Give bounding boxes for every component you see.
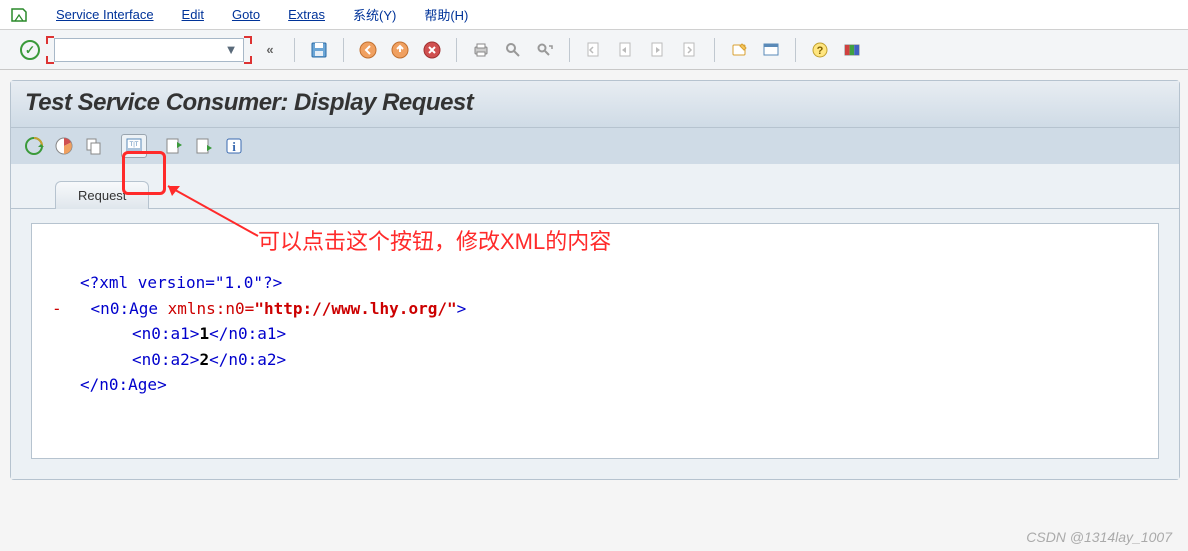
xml-tag-end: > <box>457 299 467 318</box>
separator <box>569 38 570 62</box>
xml-declaration: <?xml version="1.0"?> <box>80 273 282 292</box>
menu-service-interface[interactable]: Service Interface <box>56 7 154 22</box>
xml-text: 1 <box>199 324 209 343</box>
xml-attr-value: "http://www.lhy.org/" <box>254 299 456 318</box>
color-legend-icon[interactable] <box>840 38 864 62</box>
menu-system[interactable]: 系统(Y) <box>353 5 396 24</box>
help-icon[interactable]: ? <box>808 38 832 62</box>
back-icon[interactable]: « <box>258 38 282 62</box>
separator <box>294 38 295 62</box>
separator <box>795 38 796 62</box>
layout-icon[interactable] <box>759 38 783 62</box>
svg-text:i: i <box>232 139 236 154</box>
exit-button-icon[interactable] <box>388 38 412 62</box>
print-icon[interactable] <box>469 38 493 62</box>
xml-close-tag: </n0:a2> <box>209 350 286 369</box>
xml-editor-button[interactable]: T|T <box>121 134 147 158</box>
collapse-toggle[interactable]: - <box>52 299 62 318</box>
command-field-wrap: ▼ <box>48 38 250 62</box>
svg-text:T|T: T|T <box>130 142 139 148</box>
focus-corner <box>46 36 54 44</box>
command-dropdown-icon[interactable]: ▼ <box>222 41 240 59</box>
page-title: Test Service Consumer: Display Request <box>25 89 1165 117</box>
xml-line: </n0:Age> <box>80 372 1138 398</box>
cancel-button-icon[interactable] <box>420 38 444 62</box>
command-input[interactable] <box>54 38 244 62</box>
next-page-icon[interactable] <box>646 38 670 62</box>
page-header: Test Service Consumer: Display Request <box>11 81 1179 128</box>
xml-open-tag: <n0:a1> <box>132 324 199 343</box>
menu-extras[interactable]: Extras <box>288 7 325 22</box>
back-button-icon[interactable] <box>356 38 380 62</box>
menu-edit[interactable]: Edit <box>182 7 204 22</box>
standard-toolbar: ✓ ▼ « ? <box>0 30 1188 70</box>
xml-close-tag: </n0:a1> <box>209 324 286 343</box>
focus-corner <box>244 56 252 64</box>
save-icon[interactable] <box>307 38 331 62</box>
xml-line: <?xml version="1.0"?> <box>80 270 1138 296</box>
watermark: CSDN @1314lay_1007 <box>1026 529 1172 545</box>
last-page-icon[interactable] <box>678 38 702 62</box>
separator <box>456 38 457 62</box>
new-session-icon[interactable] <box>727 38 751 62</box>
svg-text:?: ? <box>817 45 824 57</box>
menu-goto[interactable]: Goto <box>232 7 260 22</box>
content-panel: Test Service Consumer: Display Request T… <box>10 80 1180 480</box>
xml-line: <n0:a1>1</n0:a1> <box>132 321 1138 347</box>
focus-corner <box>46 56 54 64</box>
xml-close-tag: </n0:Age> <box>80 375 167 394</box>
export-icon[interactable] <box>191 134 217 158</box>
find-next-icon[interactable] <box>533 38 557 62</box>
copy-icon[interactable] <box>81 134 107 158</box>
xml-open-tag: <n0:Age <box>91 299 168 318</box>
focus-corner <box>244 36 252 44</box>
application-toolbar: T|T i <box>11 128 1179 164</box>
enter-button[interactable]: ✓ <box>20 40 40 60</box>
xml-line: <n0:a2>2</n0:a2> <box>132 347 1138 373</box>
menu-help[interactable]: 帮助(H) <box>424 5 468 24</box>
xml-text: 2 <box>199 350 209 369</box>
xml-attr-name: xmlns:n0= <box>168 299 255 318</box>
prev-page-icon[interactable] <box>614 38 638 62</box>
first-page-icon[interactable] <box>582 38 606 62</box>
execute-icon[interactable] <box>21 134 47 158</box>
import-icon[interactable] <box>161 134 187 158</box>
tab-strip: Request <box>11 164 1179 209</box>
xml-viewer: <?xml version="1.0"?> - <n0:Age xmlns:n0… <box>31 223 1159 459</box>
editor-area: <?xml version="1.0"?> - <n0:Age xmlns:n0… <box>11 209 1179 479</box>
tab-request[interactable]: Request <box>55 181 149 209</box>
separator <box>343 38 344 62</box>
xml-open-tag: <n0:a2> <box>132 350 199 369</box>
menu-bar: Service Interface Edit Goto Extras 系统(Y)… <box>0 0 1188 30</box>
find-icon[interactable] <box>501 38 525 62</box>
app-menu-icon[interactable] <box>10 6 28 24</box>
pie-icon[interactable] <box>51 134 77 158</box>
separator <box>714 38 715 62</box>
info-icon[interactable]: i <box>221 134 247 158</box>
xml-line: - <n0:Age xmlns:n0="http://www.lhy.org/"… <box>52 296 1138 322</box>
